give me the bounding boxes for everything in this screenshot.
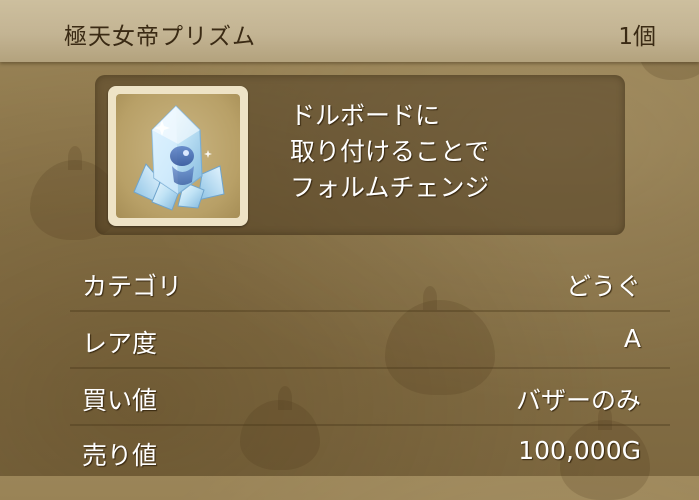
stat-label: カテゴリ	[82, 272, 183, 301]
item-icon-frame	[108, 86, 248, 226]
stat-label: 買い値	[82, 386, 158, 415]
stat-row-buy-price: 買い値 バザーのみ	[0, 371, 699, 421]
description-line: フォルムチェンジ	[290, 173, 490, 202]
item-description: ドルボードに 取り付けることで フォルムチェンジ	[290, 98, 610, 206]
description-line: ドルボードに	[290, 101, 441, 130]
item-count: 1個	[618, 24, 656, 50]
prism-crystal-icon	[116, 94, 240, 218]
divider	[70, 367, 670, 369]
stat-label: レア度	[82, 329, 158, 358]
stat-value: A	[623, 324, 641, 353]
description-line: 取り付けることで	[290, 137, 490, 166]
stat-value: バザーのみ	[515, 386, 641, 415]
item-name: 極天女帝プリズム	[64, 24, 256, 50]
stat-row-sell-price: 売り値 100,000G	[0, 426, 699, 476]
stat-row-category: カテゴリ どうぐ	[0, 257, 699, 307]
divider	[70, 310, 670, 312]
stat-value: どうぐ	[565, 272, 641, 301]
stat-value: 100,000G	[518, 436, 641, 465]
stat-label: 売り値	[82, 441, 158, 470]
stat-row-rarity: レア度 A	[0, 314, 699, 364]
item-header: 極天女帝プリズム 1個	[0, 0, 699, 62]
